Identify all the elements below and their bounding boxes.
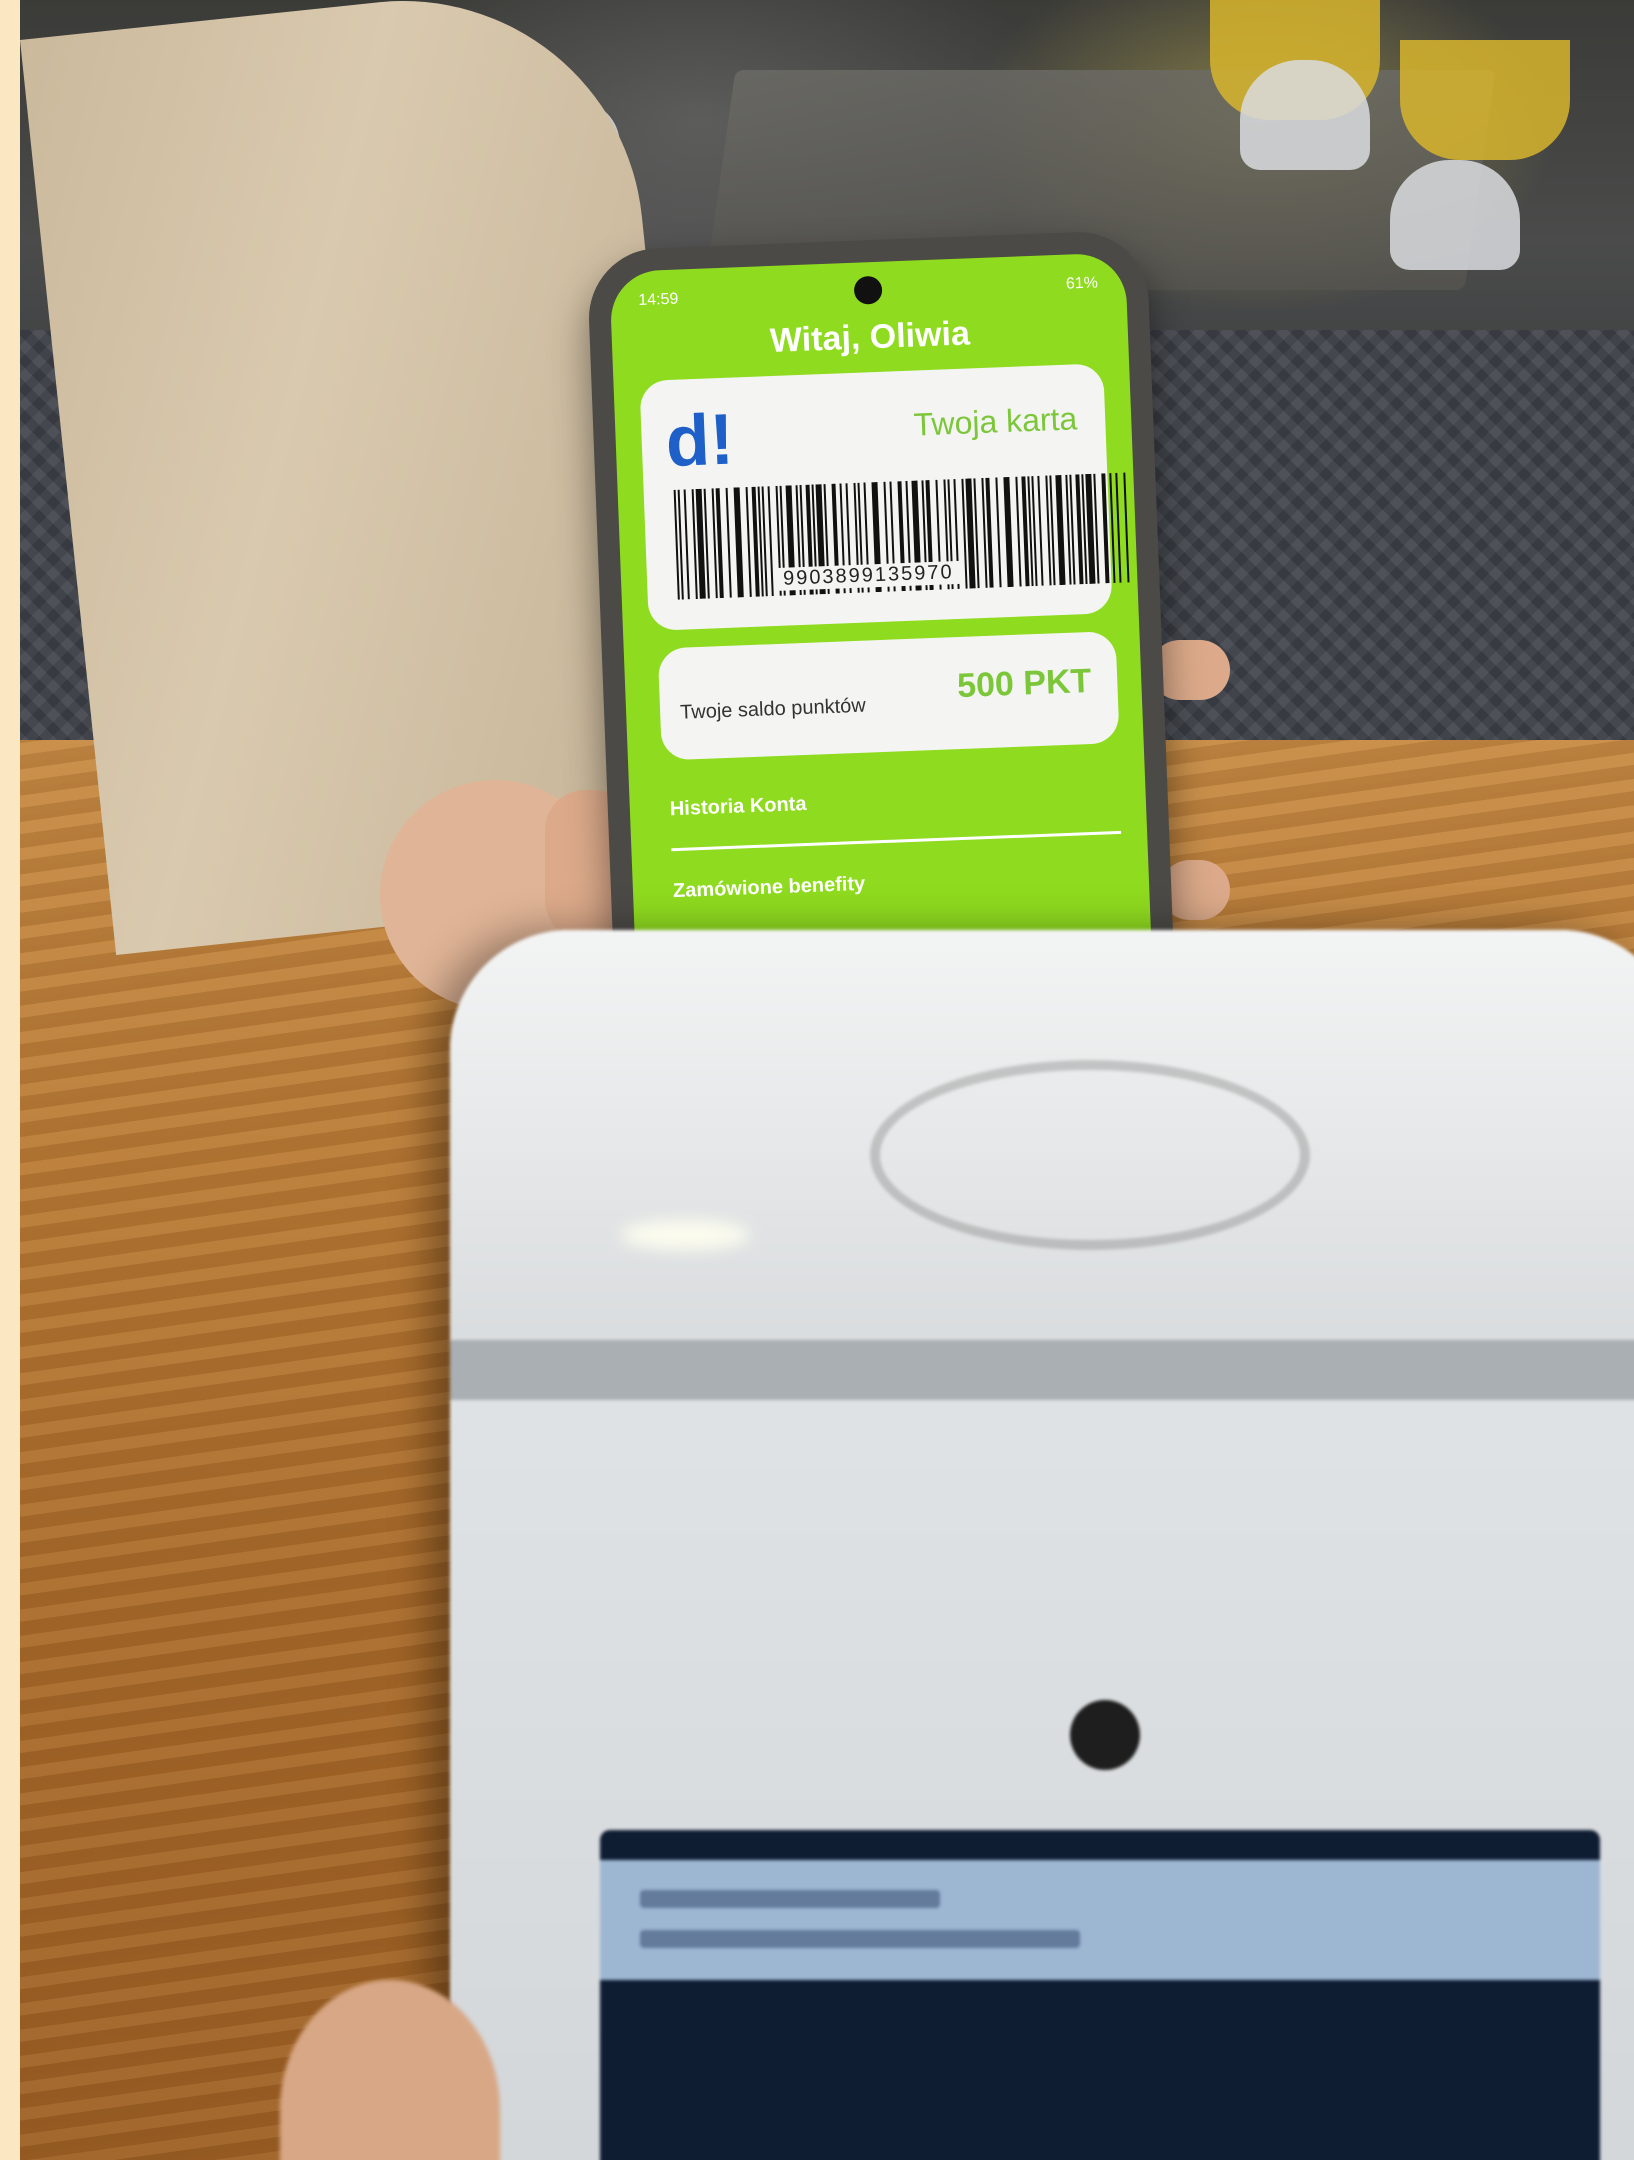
white-chair [1390, 160, 1520, 270]
terminal-camera-icon [1070, 1700, 1140, 1770]
barcode-bar [683, 489, 690, 600]
barcode-bar [1115, 472, 1122, 583]
menu-item-ordered-benefits[interactable]: Zamówione benefity [673, 873, 866, 903]
contactless-icon [870, 1060, 1310, 1250]
barcode-bar [1101, 473, 1110, 584]
menu-item-account-history[interactable]: Historia Konta [669, 793, 806, 821]
barcode-bar [1037, 475, 1044, 586]
blurred-text-line [640, 1890, 940, 1908]
terminal-screen [600, 1830, 1600, 2160]
barcode-bar [745, 487, 752, 597]
barcode-bar [733, 487, 744, 598]
light-glare [620, 1220, 750, 1250]
barcode-bar [1109, 473, 1116, 584]
left-border-strip [0, 0, 20, 2160]
loyalty-card[interactable]: d! Twoja karta 9903899135970 [639, 363, 1130, 631]
phone-screen: 14:59 61% Witaj, Oliwia d! Twoja karta 9… [609, 252, 1152, 970]
barcode-bar [767, 486, 774, 597]
card-title: Twoja karta [912, 400, 1078, 443]
greeting-title: Witaj, Oliwia [769, 314, 971, 361]
brand-logo: d! [664, 399, 736, 483]
status-time: 14:59 [638, 290, 679, 310]
photo-scene: 14:59 61% Witaj, Oliwia d! Twoja karta 9… [0, 0, 1634, 2160]
balance-label: Twoje saldo punktów [679, 694, 867, 724]
balance-value: 500 PKT [956, 661, 1092, 706]
barcode-bar [1003, 476, 1014, 588]
blurred-text-line [640, 1930, 1080, 1948]
points-balance-card: Twoje saldo punktów 500 PKT [657, 630, 1120, 761]
terminal-band [450, 1340, 1634, 1400]
terminal-screen-header [600, 1860, 1600, 1980]
barcode-bar [1123, 472, 1130, 583]
barcode-bar [1015, 476, 1022, 587]
smartphone: 14:59 61% Witaj, Oliwia d! Twoja karta 9… [586, 229, 1174, 971]
payment-terminal [450, 930, 1634, 2160]
barcode-bar [1055, 474, 1066, 586]
yellow-chair [1400, 40, 1570, 160]
barcode-bar [725, 487, 732, 598]
barcode-bar [995, 477, 1002, 588]
menu-divider [671, 830, 1122, 852]
status-battery: 61% [1065, 274, 1099, 293]
white-chair [1240, 60, 1370, 170]
